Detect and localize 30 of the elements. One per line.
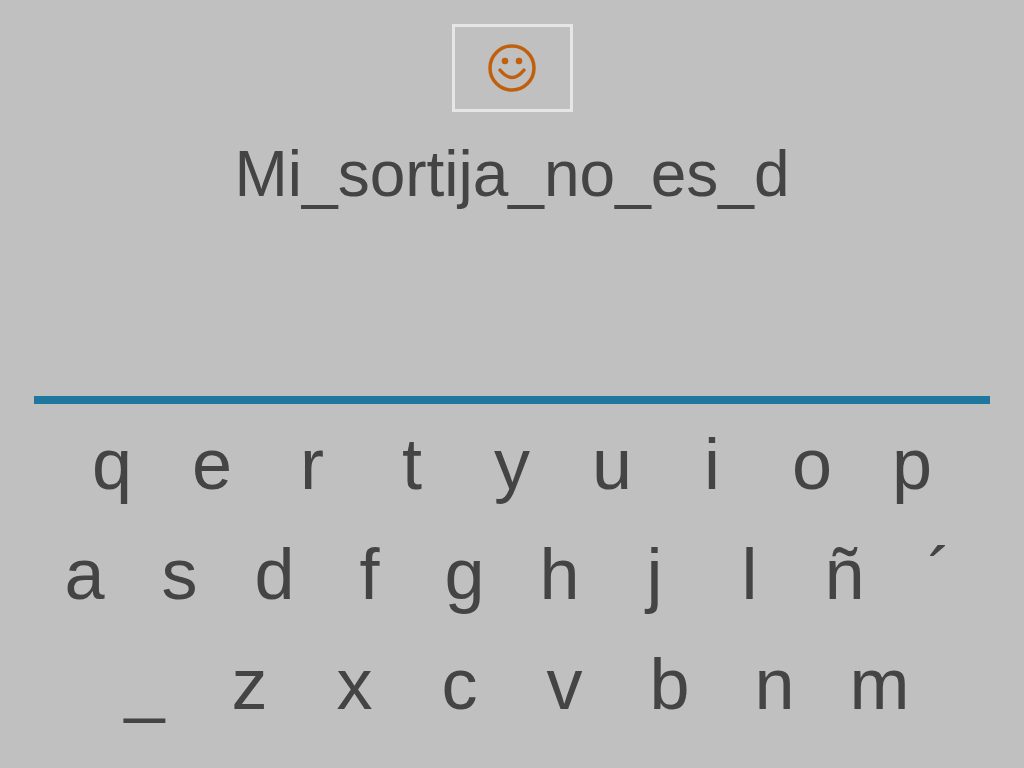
key-button[interactable]: o <box>762 422 862 506</box>
key-button[interactable]: d <box>227 532 322 616</box>
key-button[interactable]: q <box>62 422 162 506</box>
key-button[interactable]: s <box>132 532 227 616</box>
key-button[interactable]: z <box>197 642 302 726</box>
key-button[interactable]: t <box>362 422 462 506</box>
key-button[interactable]: h <box>512 532 607 616</box>
phrase-text: Mi_sortija_no_es_d <box>234 137 790 212</box>
key-button[interactable]: ´ <box>892 532 987 616</box>
key-button[interactable]: f <box>322 532 417 616</box>
key-button[interactable]: ñ <box>797 532 892 616</box>
smiley-icon <box>487 43 537 93</box>
hint-button[interactable] <box>451 24 573 112</box>
key-button[interactable]: a <box>37 532 132 616</box>
key-button[interactable]: p <box>862 422 962 506</box>
key-button[interactable]: y <box>462 422 562 506</box>
key-button[interactable]: g <box>417 532 512 616</box>
key-button[interactable]: e <box>162 422 262 506</box>
key-button[interactable]: m <box>827 642 932 726</box>
key-button[interactable]: c <box>407 642 512 726</box>
key-button[interactable]: b <box>617 642 722 726</box>
key-button[interactable]: u <box>562 422 662 506</box>
key-button[interactable]: l <box>702 532 797 616</box>
key-button[interactable]: r <box>262 422 362 506</box>
key-button[interactable]: i <box>662 422 762 506</box>
key-button[interactable]: v <box>512 642 617 726</box>
key-button[interactable]: n <box>722 642 827 726</box>
key-button[interactable]: j <box>607 532 702 616</box>
key-button[interactable]: _ <box>92 642 197 726</box>
key-button[interactable]: x <box>302 642 407 726</box>
